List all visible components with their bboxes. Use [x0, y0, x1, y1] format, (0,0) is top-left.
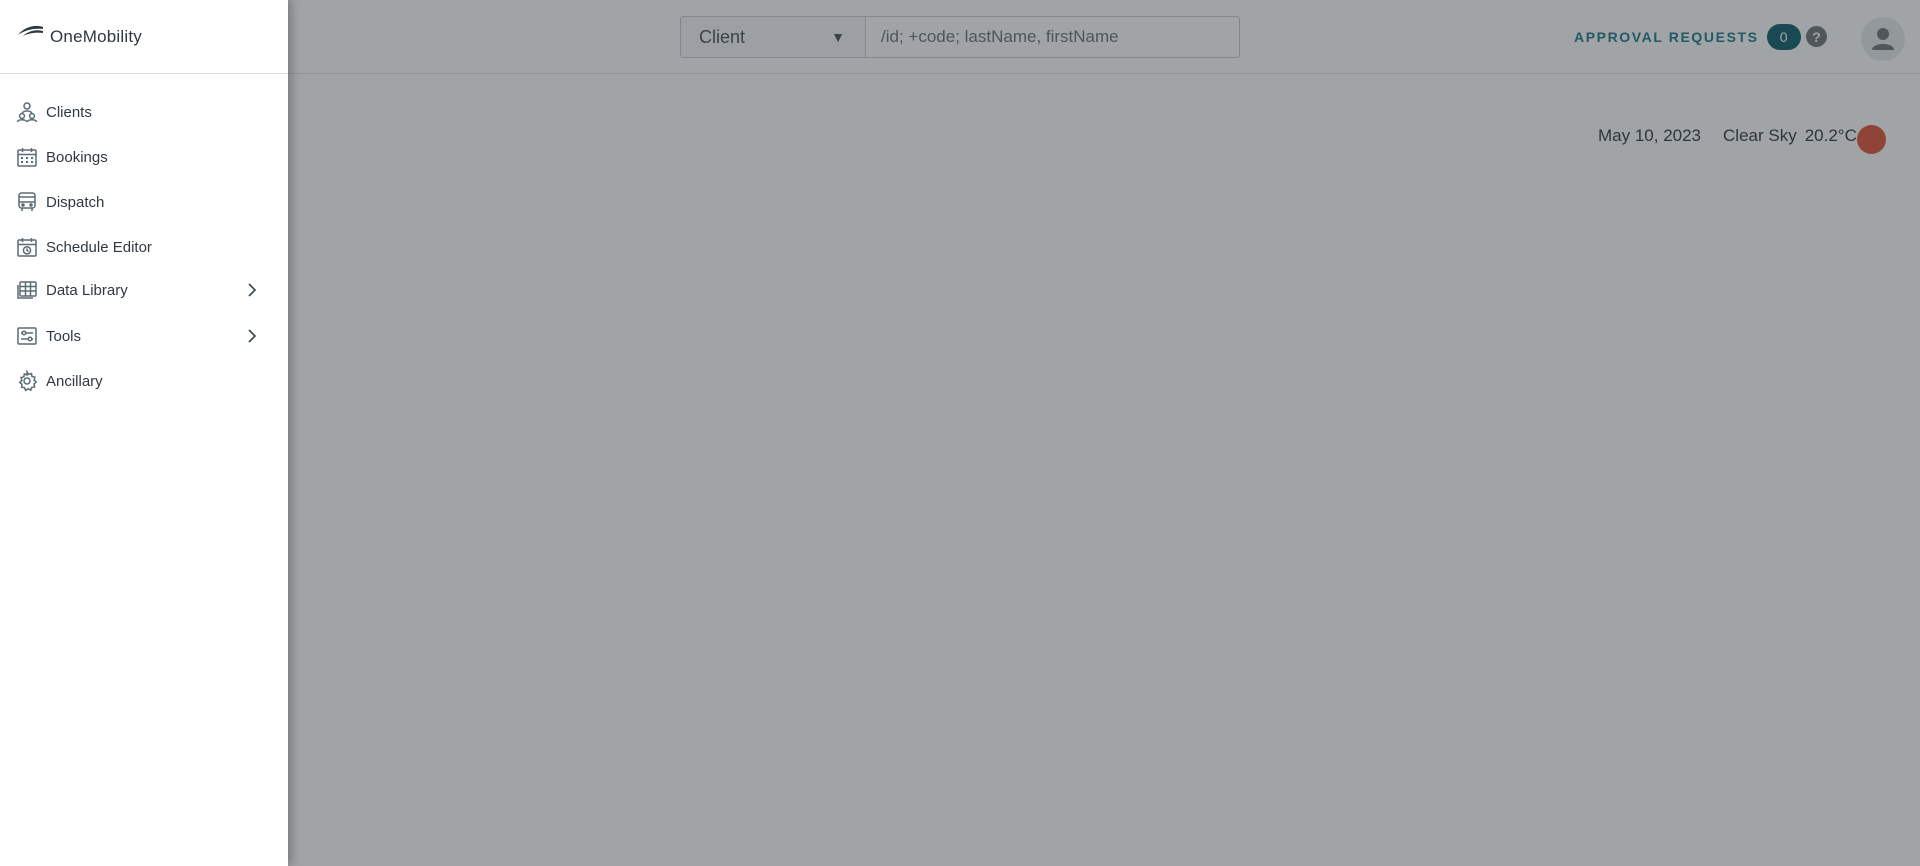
clients-icon: [16, 101, 38, 123]
sidebar-item-label: Data Library: [46, 281, 128, 299]
gear-icon: [16, 370, 38, 392]
navigation-drawer: OneMobility Clients Bookings Dispatch Sc…: [0, 0, 288, 866]
drawer-backdrop[interactable]: [0, 0, 1920, 866]
chevron-right-icon: [248, 283, 257, 297]
sidebar-item-label: Dispatch: [46, 193, 105, 211]
sidebar-item-ancillary[interactable]: Ancillary: [0, 363, 288, 399]
sidebar-item-label: Clients: [46, 103, 92, 121]
sidebar-item-label: Tools: [46, 327, 82, 345]
chevron-right-icon: [248, 329, 257, 343]
brand-logo-icon: [18, 25, 43, 36]
library-icon: [16, 279, 38, 301]
sidebar-item-clients[interactable]: Clients: [0, 94, 288, 130]
bus-icon: [16, 191, 38, 213]
brand-header: OneMobility: [0, 0, 288, 74]
sidebar-item-data-library[interactable]: Data Library: [0, 272, 288, 308]
sidebar-item-label: Bookings: [46, 148, 108, 166]
tools-icon: [16, 325, 38, 347]
sidebar-item-dispatch[interactable]: Dispatch: [0, 184, 288, 220]
sidebar-item-tools[interactable]: Tools: [0, 318, 288, 354]
sidebar-item-schedule-editor[interactable]: Schedule Editor: [0, 229, 288, 265]
brand-name: OneMobility: [50, 26, 142, 46]
calendar-icon: [16, 146, 38, 168]
schedule-icon: [16, 236, 38, 258]
sidebar-item-bookings[interactable]: Bookings: [0, 139, 288, 175]
sidebar-item-label: Schedule Editor: [46, 238, 152, 256]
sidebar-item-label: Ancillary: [46, 372, 103, 390]
